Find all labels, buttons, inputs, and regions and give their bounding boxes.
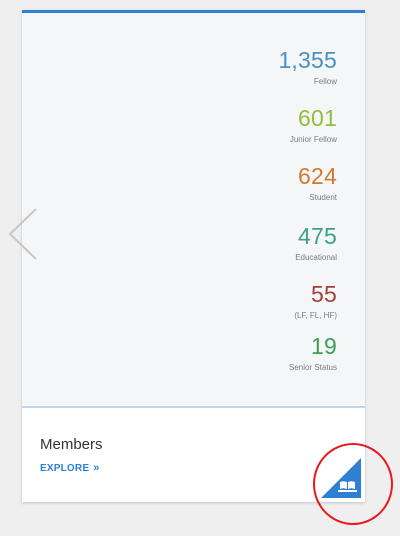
section-title: Members [40, 436, 103, 453]
double-chevron-right-icon: » [93, 462, 100, 474]
stat-label: Educational [295, 253, 337, 262]
highlight-circle [313, 443, 393, 525]
stat-value: 19 [311, 333, 337, 359]
stat-value: 1,355 [278, 47, 337, 73]
chevron-left-icon[interactable] [6, 206, 40, 262]
stat-label: Student [309, 193, 337, 202]
stat-student: 624 Student [298, 163, 337, 204]
stat-fellow: 1,355 Fellow [278, 47, 337, 88]
stat-label: Senior Status [288, 363, 337, 372]
stat-label: Junior Fellow [289, 135, 337, 144]
section-divider [22, 406, 365, 408]
stat-value: 624 [298, 163, 337, 189]
stat-value: 475 [298, 223, 337, 249]
stats-panel: 1,355 Fellow 601 Junior Fellow 624 Stude… [22, 13, 365, 405]
stat-junior-fellow: 601 Junior Fellow [290, 105, 337, 146]
stat-senior-status: 19 Senior Status [289, 333, 337, 374]
members-card: 1,355 Fellow 601 Junior Fellow 624 Stude… [22, 10, 365, 502]
stat-educational: 475 Educational [295, 223, 337, 264]
explore-link-label: EXPLORE [40, 463, 90, 474]
stat-value: 601 [298, 105, 337, 131]
stat-lf-fl-hf: 55 (LF, FL, HF) [294, 281, 337, 322]
stat-label: Fellow [313, 77, 337, 86]
stat-label: (LF, FL, HF) [294, 311, 337, 320]
stat-value: 55 [311, 281, 337, 307]
explore-link[interactable]: EXPLORE» [40, 462, 100, 474]
